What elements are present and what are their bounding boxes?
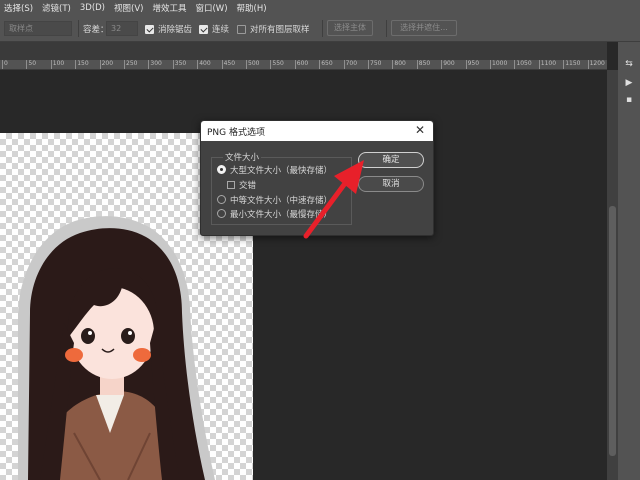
sample-size-select[interactable]: 取样点 <box>4 21 72 36</box>
contiguous-checkbox[interactable]: 连续 <box>199 22 229 36</box>
ruler-label: 350 <box>174 60 187 67</box>
interlace-label: 交错 <box>239 180 257 191</box>
ruler-label: 100 <box>52 60 65 67</box>
ruler-tick <box>99 60 101 69</box>
ruler-label: 650 <box>321 60 333 67</box>
ruler-label: 1100 <box>540 60 557 67</box>
menu-help[interactable]: 帮助(H) <box>233 2 272 14</box>
radio-selected-icon <box>217 165 226 174</box>
select-and-mask-button[interactable]: 选择并遮住... <box>391 20 457 36</box>
ruler-tick <box>368 60 369 69</box>
sample-all-layers-label: 对所有图层取样 <box>250 25 310 35</box>
ruler-label: 300 <box>150 60 162 67</box>
ruler-tick <box>465 60 467 69</box>
radio-unselected-icon <box>217 195 226 204</box>
ruler-tick <box>538 60 540 69</box>
checkbox-checked-icon <box>145 24 154 34</box>
scrollbar-thumb[interactable] <box>609 206 616 456</box>
menu-view[interactable]: 视图(V) <box>110 2 148 14</box>
ruler-label: 750 <box>370 60 382 67</box>
divider <box>78 20 79 37</box>
right-panel-dock: ⇆ ▶ ▪ <box>618 42 640 480</box>
annotation-arrow-icon <box>303 160 364 239</box>
ruler-tick <box>514 60 516 69</box>
menu-plugins[interactable]: 增效工具 <box>148 2 191 14</box>
checkbox-checked-icon <box>199 24 208 34</box>
ruler-tick <box>172 60 174 69</box>
dialog-title: PNG 格式选项 <box>207 128 265 138</box>
ruler-label: 50 <box>28 60 37 67</box>
interlace-checkbox[interactable]: 交错 <box>227 179 257 191</box>
ruler-label: 250 <box>126 60 138 67</box>
ruler-label: 800 <box>394 60 406 67</box>
contiguous-label: 连续 <box>212 25 230 35</box>
ruler-tick <box>50 60 52 69</box>
ruler-tick <box>124 60 125 69</box>
ruler-tick <box>148 60 150 69</box>
radio-unselected-icon <box>217 209 226 218</box>
checkbox-unchecked-icon <box>237 24 246 34</box>
ruler-tick <box>197 60 199 69</box>
ruler-label: 950 <box>467 60 480 67</box>
sample-all-layers-checkbox[interactable]: 对所有图层取样 <box>237 22 310 36</box>
ruler-tick <box>416 60 418 69</box>
ruler-label: 1200 <box>589 60 605 67</box>
tolerance-input[interactable]: 32 <box>106 21 138 36</box>
ruler-label: 700 <box>345 60 358 67</box>
ruler-tick <box>490 60 491 69</box>
ruler-label: 1050 <box>516 60 532 67</box>
menu-bar: 选择(S) 滤镜(T) 3D(D) 视图(V) 增效工具 窗口(W) 帮助(H) <box>0 0 640 15</box>
ruler-label: 900 <box>443 60 455 67</box>
ruler-tick <box>319 60 321 69</box>
ruler-tick <box>75 60 77 69</box>
ruler-tick <box>563 60 565 69</box>
tolerance-label: 容差： <box>83 25 109 35</box>
ruler-label: 1150 <box>565 60 581 67</box>
close-icon[interactable]: ✕ <box>413 123 427 137</box>
ruler-tick <box>270 60 272 69</box>
ruler-label: 200 <box>101 60 114 67</box>
menu-window[interactable]: 窗口(W) <box>191 2 232 14</box>
ruler-label: 0 <box>4 60 8 67</box>
ruler-label: 850 <box>418 60 431 67</box>
ruler-label: 600 <box>296 60 309 67</box>
vertical-scrollbar[interactable] <box>607 70 618 480</box>
menu-select[interactable]: 选择(S) <box>0 2 38 14</box>
divider <box>386 20 387 37</box>
ruler-tick <box>294 60 296 69</box>
anti-alias-label: 消除锯齿 <box>158 25 193 35</box>
ruler-label: 1000 <box>492 60 508 67</box>
menu-3d[interactable]: 3D(D) <box>76 3 110 13</box>
horizontal-ruler: 0 50 100 150 200 250 300 350 400 450 500 550 600 650 7… <box>0 60 607 70</box>
comment-icon[interactable]: ▪ <box>623 94 635 106</box>
ruler-tick <box>221 60 223 69</box>
checkbox-unchecked-icon <box>227 180 235 189</box>
dialog-title-bar[interactable]: PNG 格式选项 ✕ <box>201 121 433 141</box>
ruler-label: 450 <box>223 60 236 67</box>
ruler-label: 500 <box>248 60 260 67</box>
ruler-tick <box>587 60 589 69</box>
ruler-tick <box>2 60 3 69</box>
ruler-tick <box>246 60 247 69</box>
ruler-label: 400 <box>199 60 211 67</box>
ruler-label: 550 <box>272 60 284 67</box>
divider <box>322 20 323 37</box>
menu-filter[interactable]: 滤镜(T) <box>38 2 76 14</box>
ruler-label: 150 <box>77 60 89 67</box>
file-size-group-label: 文件大小 <box>223 151 262 163</box>
select-subject-button[interactable]: 选择主体 <box>327 20 373 36</box>
ruler-tick <box>392 60 394 69</box>
ruler-tick <box>26 60 28 69</box>
photoshop-window: 选择(S) 滤镜(T) 3D(D) 视图(V) 增效工具 窗口(W) 帮助(H)… <box>0 0 640 480</box>
ruler-tick <box>441 60 443 69</box>
document-tab-strip <box>0 42 607 60</box>
options-bar: 取样点 容差： 32 消除锯齿 连续 对所有图层取样 选择主体 选择并遮住... <box>0 15 640 42</box>
panel-toggle-icon[interactable]: ⇆ <box>623 58 635 70</box>
anti-alias-checkbox[interactable]: 消除锯齿 <box>145 22 192 36</box>
ruler-tick <box>343 60 345 69</box>
play-icon[interactable]: ▶ <box>623 77 635 89</box>
